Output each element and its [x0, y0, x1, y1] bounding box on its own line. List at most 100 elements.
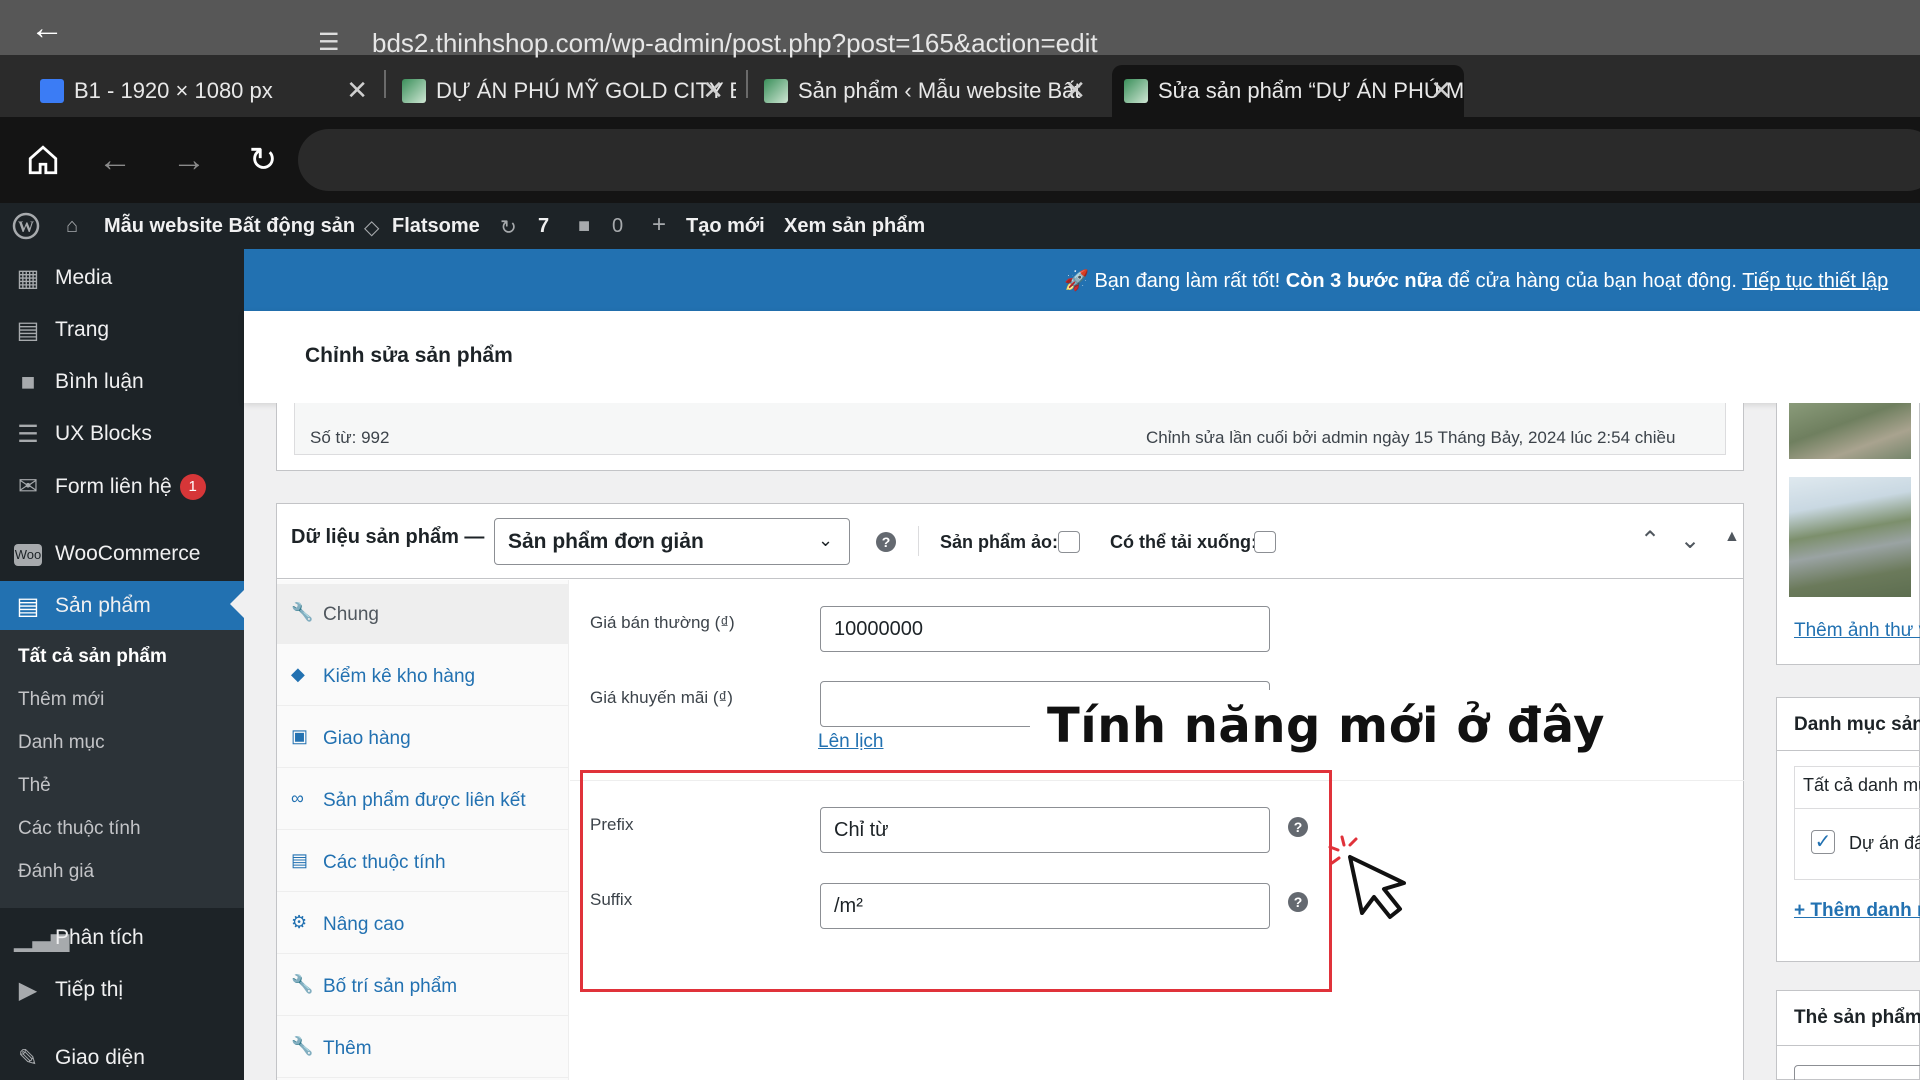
tab-advanced[interactable]: ⚙ Nâng cao [277, 894, 569, 954]
tab-shipping[interactable]: ▣ Giao hàng [277, 708, 569, 768]
updates-icon: ↻ [500, 217, 517, 239]
site-icon [1124, 79, 1148, 103]
blocks-icon: ☰ [17, 421, 39, 448]
site-settings-icon[interactable]: ☰ [318, 28, 340, 57]
sidebar-item-marketing[interactable]: ▶ Tiếp thị [0, 965, 244, 1015]
sidebar-item-analytics[interactable]: ▁▃▅ Phân tích [0, 913, 244, 963]
theme-link[interactable]: Flatsome [392, 215, 480, 238]
woo-icon: Woo [14, 544, 42, 566]
comment-icon: ■ [578, 215, 591, 237]
word-count: Số từ: 992 [310, 428, 390, 447]
tab-inventory[interactable]: ◆ Kiểm kê kho hàng [277, 646, 569, 706]
continue-setup-link[interactable]: Tiếp tục thiết lập [1742, 270, 1888, 292]
wordpress-logo-icon[interactable]: W [12, 212, 40, 246]
chevron-up-icon[interactable]: ⌃ [1640, 526, 1660, 555]
add-category-link[interactable]: + Thêm danh mục [1794, 900, 1920, 922]
sidebar-item-appearance[interactable]: ✎ Giao diện [0, 1033, 244, 1080]
browser-tab-active[interactable]: Sửa sản phẩm “DỰ ÁN PHÚ MỸ ✕ [1112, 65, 1464, 117]
close-icon[interactable]: ✕ [1430, 77, 1452, 103]
media-icon: ▦ [16, 265, 40, 292]
tab-more[interactable]: 🔧 Thêm [277, 1018, 569, 1078]
downloadable-label: Có thể tải xuống: [1110, 532, 1257, 552]
tab-product-layout[interactable]: 🔧 Bố trí sản phẩm [277, 956, 569, 1016]
virtual-checkbox[interactable] [1058, 531, 1080, 553]
category-checkbox[interactable]: ✓ [1811, 830, 1835, 854]
notification-badge: 1 [179, 474, 206, 500]
link-icon: ∞ [291, 788, 304, 808]
sidebar-item-contact-form[interactable]: ✉ Form liên hệ 1 [0, 461, 244, 511]
toggle-icon[interactable]: ▲ [1724, 528, 1740, 546]
schedule-link[interactable]: Lên lịch [818, 731, 884, 753]
home-icon: ⌂ [66, 215, 79, 237]
tab-attributes[interactable]: ▤ Các thuộc tính [277, 832, 569, 892]
chevron-down-icon[interactable]: ⌄ [1680, 526, 1700, 555]
tag-input[interactable] [1794, 1065, 1920, 1080]
browser-tab[interactable]: Sản phẩm ‹ Mẫu website Bất ✕ [752, 65, 1098, 117]
browser-nav-bar: ← → ↻ [0, 117, 1920, 203]
back-arrow-icon[interactable]: ← [30, 8, 70, 48]
sidebar-item-pages[interactable]: ▤ Trang [0, 305, 244, 355]
svg-text:W: W [18, 219, 34, 236]
browser-tab[interactable]: B1 - 1920 × 1080 px ✕ [28, 65, 380, 117]
tags-box-title: Thẻ sản phẩm [1794, 1007, 1920, 1028]
sidebar-item-comments[interactable]: ■ Bình luận [0, 357, 244, 407]
mail-icon: ✉ [17, 473, 39, 500]
home-icon[interactable] [20, 137, 66, 183]
downloadable-checkbox[interactable] [1254, 531, 1276, 553]
last-edited: Chỉnh sửa lần cuối bởi admin ngày 15 Thá… [1146, 428, 1676, 447]
sidebar-item-media[interactable]: ▦ Media [0, 253, 244, 303]
comments-count[interactable]: 0 [612, 215, 623, 238]
view-product-link[interactable]: Xem sản phẩm [784, 215, 925, 238]
submenu-tags[interactable]: Thẻ [18, 775, 51, 797]
chart-icon: ▁▃▅ [14, 925, 70, 952]
comment-icon: ■ [20, 369, 36, 396]
browser-tab-bar: B1 - 1920 × 1080 px ✕ DỰ ÁN PHÚ MỸ GOLD … [0, 55, 1920, 157]
address-bar[interactable] [298, 129, 1920, 191]
back-icon[interactable]: ← [92, 137, 138, 183]
wrench-icon: 🔧 [291, 974, 314, 994]
submenu-add-new[interactable]: Thêm mới [18, 689, 104, 711]
gear-icon: ⚙ [291, 912, 308, 932]
sidebar-item-ux-blocks[interactable]: ☰ UX Blocks [0, 409, 244, 459]
virtual-label: Sản phẩm ảo: [940, 532, 1059, 552]
sidebar-item-woocommerce[interactable]: Woo WooCommerce [0, 529, 244, 579]
highlight-box [580, 770, 1332, 992]
submenu-all-products[interactable]: Tất cả sản phẩm [18, 646, 167, 668]
current-menu-arrow [230, 590, 244, 618]
sidebar-item-products[interactable]: ▤ Sản phẩm [0, 581, 244, 631]
site-name-link[interactable]: Mẫu website Bất động sản [104, 215, 355, 238]
chevron-down-icon: ⌄ [818, 530, 834, 550]
browser-tab[interactable]: DỰ ÁN PHÚ MỸ GOLD CITY BÀ ✕ [390, 65, 736, 117]
tab-linked-products[interactable]: ∞ Sản phẩm được liên kết [277, 770, 569, 830]
plus-icon: + [652, 211, 667, 238]
tab-general[interactable]: 🔧 Chung [277, 584, 569, 644]
truck-icon: ▣ [291, 726, 309, 746]
brush-icon: ✎ [17, 1045, 39, 1072]
add-gallery-image-link[interactable]: Thêm ảnh thư viện [1794, 620, 1920, 642]
category-item-label: Dự án đất nền [1849, 833, 1920, 853]
wrench-icon: 🔧 [291, 1036, 314, 1056]
updates-count[interactable]: 7 [538, 215, 549, 238]
help-icon[interactable]: ? [876, 532, 896, 552]
rocket-icon: 🚀 [1064, 270, 1089, 292]
submenu-attributes[interactable]: Các thuộc tính [18, 818, 141, 840]
overlay-caption: Tính năng mới ở đây [1047, 698, 1605, 754]
products-submenu: Tất cả sản phẩm Thêm mới Danh mục Thẻ Cá… [0, 630, 244, 908]
reload-icon[interactable]: ↻ [240, 137, 286, 183]
gallery-thumbnail[interactable] [1789, 477, 1911, 597]
diamond-icon: ◇ [364, 217, 380, 239]
close-icon[interactable]: ✕ [346, 77, 368, 103]
gallery-thumbnail[interactable] [1789, 403, 1911, 459]
tag-icon: ◆ [291, 664, 305, 684]
close-icon[interactable]: ✕ [702, 77, 724, 103]
submenu-categories[interactable]: Danh mục [18, 732, 105, 754]
regular-price-input[interactable]: 10000000 [820, 606, 1270, 652]
forward-icon[interactable]: → [166, 137, 212, 183]
submenu-reviews[interactable]: Đánh giá [18, 861, 94, 883]
all-categories-label: Tất cả danh mục [1803, 775, 1920, 795]
megaphone-icon: ▶ [18, 977, 38, 1004]
product-icon: ▤ [16, 593, 40, 620]
new-link[interactable]: Tạo mới [686, 215, 765, 238]
close-icon[interactable]: ✕ [1064, 77, 1086, 103]
url-text[interactable]: bds2.thinhshop.com/wp-admin/post.php?pos… [372, 28, 1098, 59]
